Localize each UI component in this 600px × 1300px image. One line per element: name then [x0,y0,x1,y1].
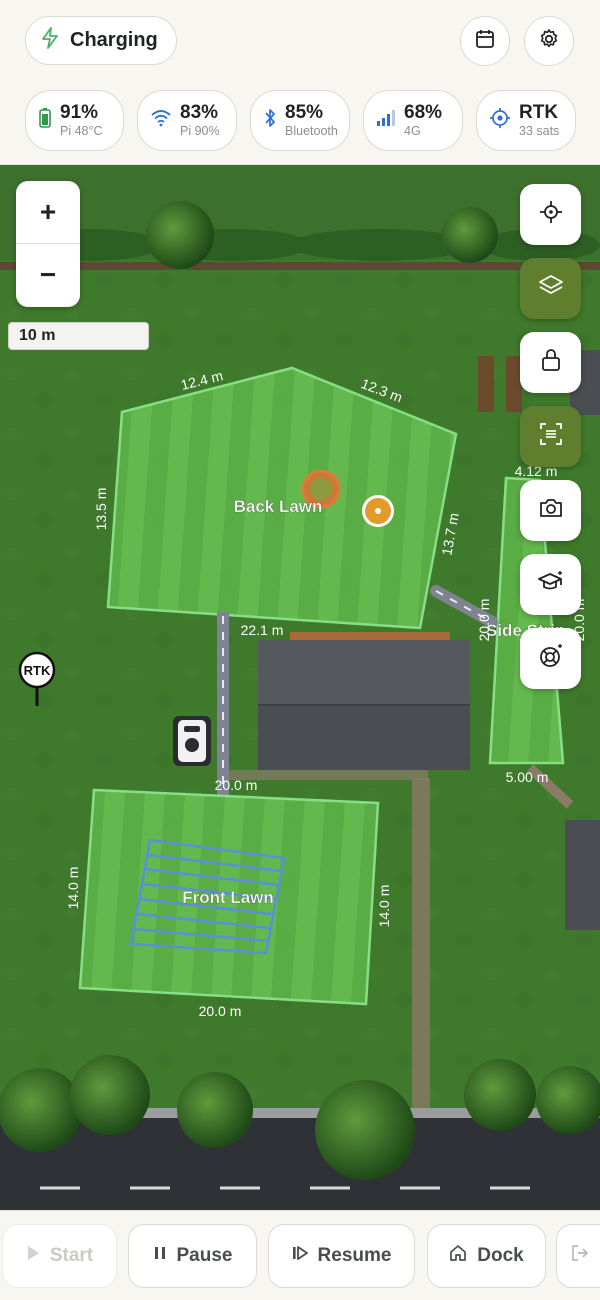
battery-stat[interactable]: 91% Pi 48°C [25,90,124,151]
wifi-stat[interactable]: 83% Pi 90% [137,90,237,151]
status-label: Charging [70,29,158,51]
front-lawn-label: Front Lawn [182,888,274,907]
rtk-marker-label: RTK [24,663,51,678]
tree [146,201,214,269]
scan-button[interactable] [520,406,581,467]
stone-path [228,770,428,780]
lock-icon [539,347,563,378]
edge-length: 20.0 m [199,1003,242,1019]
logout-icon [571,1244,589,1268]
edge-length: 13.5 m [93,488,109,531]
charging-status-pill[interactable]: Charging [25,16,177,65]
resume-icon [292,1245,308,1267]
bottom-control-bar: Start Pause Resume Dock [0,1210,600,1300]
home-icon [449,1244,467,1268]
layers-icon [537,273,565,304]
wifi-value: 83% [180,101,219,123]
camera-icon [538,496,564,525]
back-lawn-label: Back Lawn [234,497,323,516]
battery-sub: Pi 48°C [60,123,103,138]
cellular-signal-icon [376,109,396,132]
exit-button[interactable] [556,1224,600,1288]
edge-length: 22.1 m [241,622,284,638]
scan-frame-icon [538,421,564,452]
lightning-icon [40,26,60,55]
gps-target-icon [489,107,511,134]
rtk-sub: 33 sats [519,123,560,138]
layers-button[interactable] [520,258,581,319]
rtk-stat[interactable]: RTK 33 sats [476,90,576,151]
help-button[interactable] [520,628,581,689]
edge-length: 14.0 m [65,867,81,910]
map-scale: 10 m [8,322,149,350]
schedule-button[interactable] [460,16,510,66]
pause-icon [153,1245,167,1267]
lock-button[interactable] [520,332,581,393]
rtk-value: RTK [519,101,559,123]
edge-length: 20.0 m [215,777,258,793]
wifi-icon [150,109,172,132]
tree [315,1080,415,1180]
tree [464,1059,536,1131]
cellular-sub: 4G [404,123,421,138]
dock-button[interactable]: Dock [427,1224,546,1288]
lifebuoy-icon [538,643,564,674]
stone-path [412,778,430,1108]
gear-icon [538,28,560,55]
graduation-cap-icon [537,570,565,599]
wifi-sub: Pi 90% [180,123,220,138]
dock-label: Dock [477,1245,524,1266]
top-bar: Charging 91% Pi 48°C 83% Pi 90% 85% Bluetoo… [0,0,600,165]
bluetooth-value: 85% [285,101,324,123]
zoom-out-button[interactable]: − [16,244,80,306]
edge-length: 14.0 m [376,885,392,928]
tree [70,1055,150,1135]
bluetooth-stat[interactable]: 85% Bluetooth [250,90,350,151]
tree [0,1068,82,1152]
start-label: Start [49,1245,94,1266]
bluetooth-icon [263,107,277,134]
cellular-stat[interactable]: 68% 4G [363,90,463,151]
resume-button[interactable]: Resume [268,1224,415,1288]
zoom-control: + − [16,181,80,307]
edge-length: 20.0 m [476,599,492,642]
settings-button[interactable] [524,16,574,66]
zoom-in-button[interactable]: + [16,181,80,243]
tutorial-button[interactable] [520,554,581,615]
resume-label: Resume [317,1245,392,1266]
cellular-value: 68% [404,101,443,123]
calendar-icon [474,28,496,55]
camera-button[interactable] [520,480,581,541]
battery-value: 91% [60,101,99,123]
pause-label: Pause [176,1245,233,1266]
garden-bed [478,356,494,412]
tree [442,207,498,263]
neighbor-roof [565,820,600,930]
play-icon [26,1245,40,1267]
mower-robot[interactable] [173,716,211,766]
tree [177,1072,253,1148]
battery-icon [38,107,52,134]
crosshair-icon [538,199,564,230]
edge-length: 5.00 m [506,769,549,785]
north-fence [0,262,600,270]
pause-button[interactable]: Pause [128,1224,257,1288]
start-button[interactable]: Start [2,1224,117,1288]
recenter-button[interactable] [520,184,581,245]
bluetooth-sub: Bluetooth [285,123,338,138]
